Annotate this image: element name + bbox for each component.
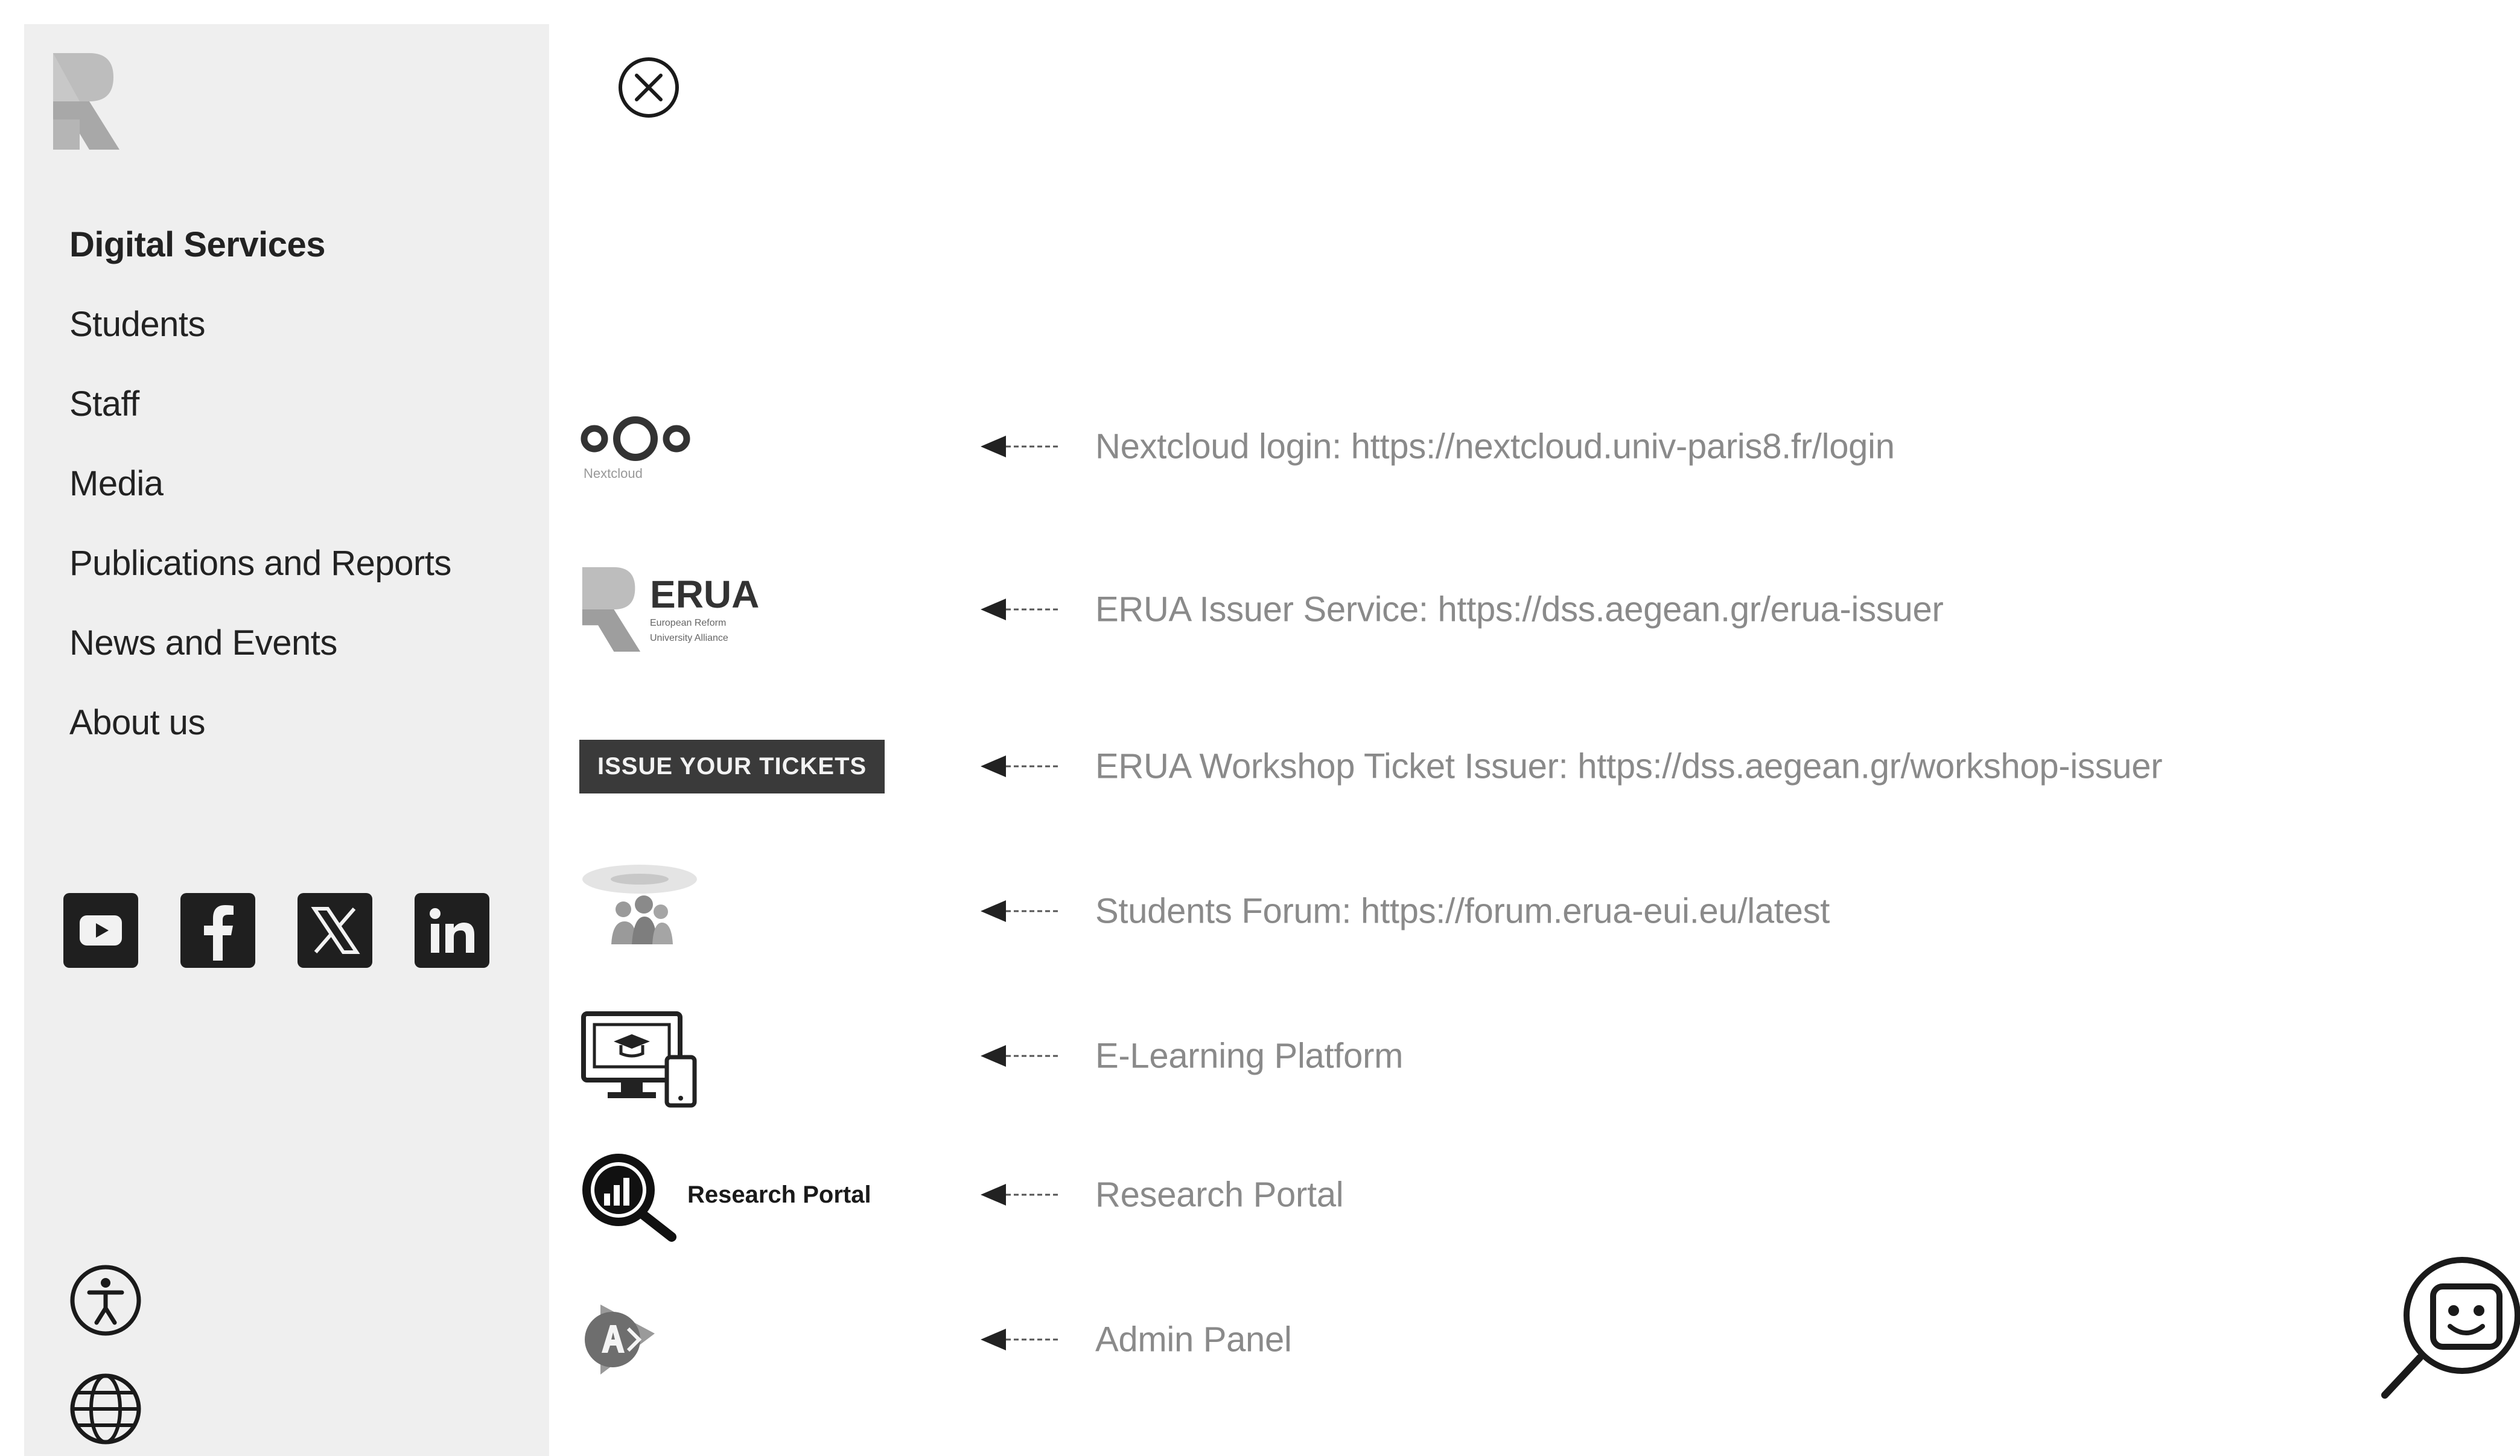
service-row-workshop-tickets[interactable]: ISSUE YOUR TICKETS ERUA Workshop Ticket …	[576, 706, 2387, 827]
erua-subtitle-2: University Alliance	[650, 633, 728, 643]
accessibility-icon[interactable]	[66, 1261, 145, 1340]
arrow-left-icon	[981, 1329, 1059, 1350]
service-row-research-portal[interactable]: Research Portal Research Portal	[576, 1134, 2387, 1255]
research-portal-wordmark: Research Portal	[687, 1181, 871, 1208]
research-magnifier-icon	[582, 1154, 676, 1242]
chatbot-icon[interactable]	[2378, 1255, 2520, 1400]
x-icon[interactable]	[298, 893, 372, 968]
service-row-admin-panel[interactable]: Admin Panel	[576, 1279, 2387, 1400]
arrow-left-icon	[981, 436, 1059, 457]
admin-panel-icon	[585, 1305, 655, 1375]
service-label[interactable]: E-Learning Platform	[1095, 1036, 1403, 1076]
forum-logo[interactable]	[576, 851, 914, 971]
service-row-elearning[interactable]: E-Learning Platform	[576, 996, 2387, 1116]
service-row-erua-issuer[interactable]: ERUA European Reform University Alliance…	[576, 549, 2387, 670]
service-row-nextcloud[interactable]: Nextcloud Nextcloud login: https://nextc…	[576, 386, 2387, 507]
nav-media[interactable]: Media	[69, 444, 451, 524]
youtube-icon[interactable]	[63, 893, 138, 968]
forum-icon	[582, 865, 697, 944]
nextcloud-icon	[581, 416, 690, 461]
erua-wordmark: ERUA	[650, 572, 760, 616]
service-label[interactable]: ERUA Workshop Ticket Issuer: https://dss…	[1095, 746, 2163, 787]
erua-subtitle-1: European Reform	[650, 617, 727, 628]
nextcloud-logo[interactable]: Nextcloud	[576, 386, 914, 507]
arrow-left-icon	[981, 1184, 1059, 1206]
globe-icon[interactable]	[66, 1370, 145, 1448]
nav-news-and-events[interactable]: News and Events	[69, 603, 451, 683]
research-portal-logo[interactable]: Research Portal	[576, 1134, 914, 1255]
admin-panel-logo[interactable]	[576, 1279, 914, 1400]
tickets-logo[interactable]: ISSUE YOUR TICKETS	[576, 706, 914, 827]
service-label[interactable]: Research Portal	[1095, 1175, 1344, 1215]
arrow-left-icon	[981, 1045, 1059, 1067]
nav-students[interactable]: Students	[69, 285, 451, 364]
sidebar: Digital Services Students Staff Media Pu…	[24, 24, 549, 1456]
erua-mark-icon	[582, 567, 641, 652]
arrow-left-icon	[981, 900, 1059, 922]
nav-digital-services[interactable]: Digital Services	[69, 205, 451, 285]
close-icon[interactable]	[616, 54, 682, 121]
service-label[interactable]: Students Forum: https://forum.erua-eui.e…	[1095, 891, 1830, 932]
erua-logo[interactable]	[53, 53, 119, 150]
nav-publications-and-reports[interactable]: Publications and Reports	[69, 524, 451, 603]
main-nav: Digital Services Students Staff Media Pu…	[69, 205, 451, 763]
nav-about-us[interactable]: About us	[69, 683, 451, 763]
service-label[interactable]: ERUA Issuer Service: https://dss.aegean.…	[1095, 590, 1944, 630]
linkedin-icon[interactable]	[415, 893, 489, 968]
elearning-logo[interactable]	[576, 996, 914, 1116]
issue-tickets-badge: ISSUE YOUR TICKETS	[579, 739, 885, 793]
facebook-icon[interactable]	[180, 893, 255, 968]
nav-staff[interactable]: Staff	[69, 364, 451, 444]
erua-issuer-logo[interactable]: ERUA European Reform University Alliance	[576, 549, 914, 670]
arrow-left-icon	[981, 599, 1059, 620]
service-label[interactable]: Admin Panel	[1095, 1320, 1292, 1360]
elearning-icon	[581, 1011, 697, 1108]
social-links	[63, 893, 489, 968]
service-row-students-forum[interactable]: Students Forum: https://forum.erua-eui.e…	[576, 851, 2387, 971]
arrow-left-icon	[981, 755, 1059, 777]
nextcloud-caption: Nextcloud	[584, 466, 643, 481]
service-label[interactable]: Nextcloud login: https://nextcloud.univ-…	[1095, 427, 1895, 467]
